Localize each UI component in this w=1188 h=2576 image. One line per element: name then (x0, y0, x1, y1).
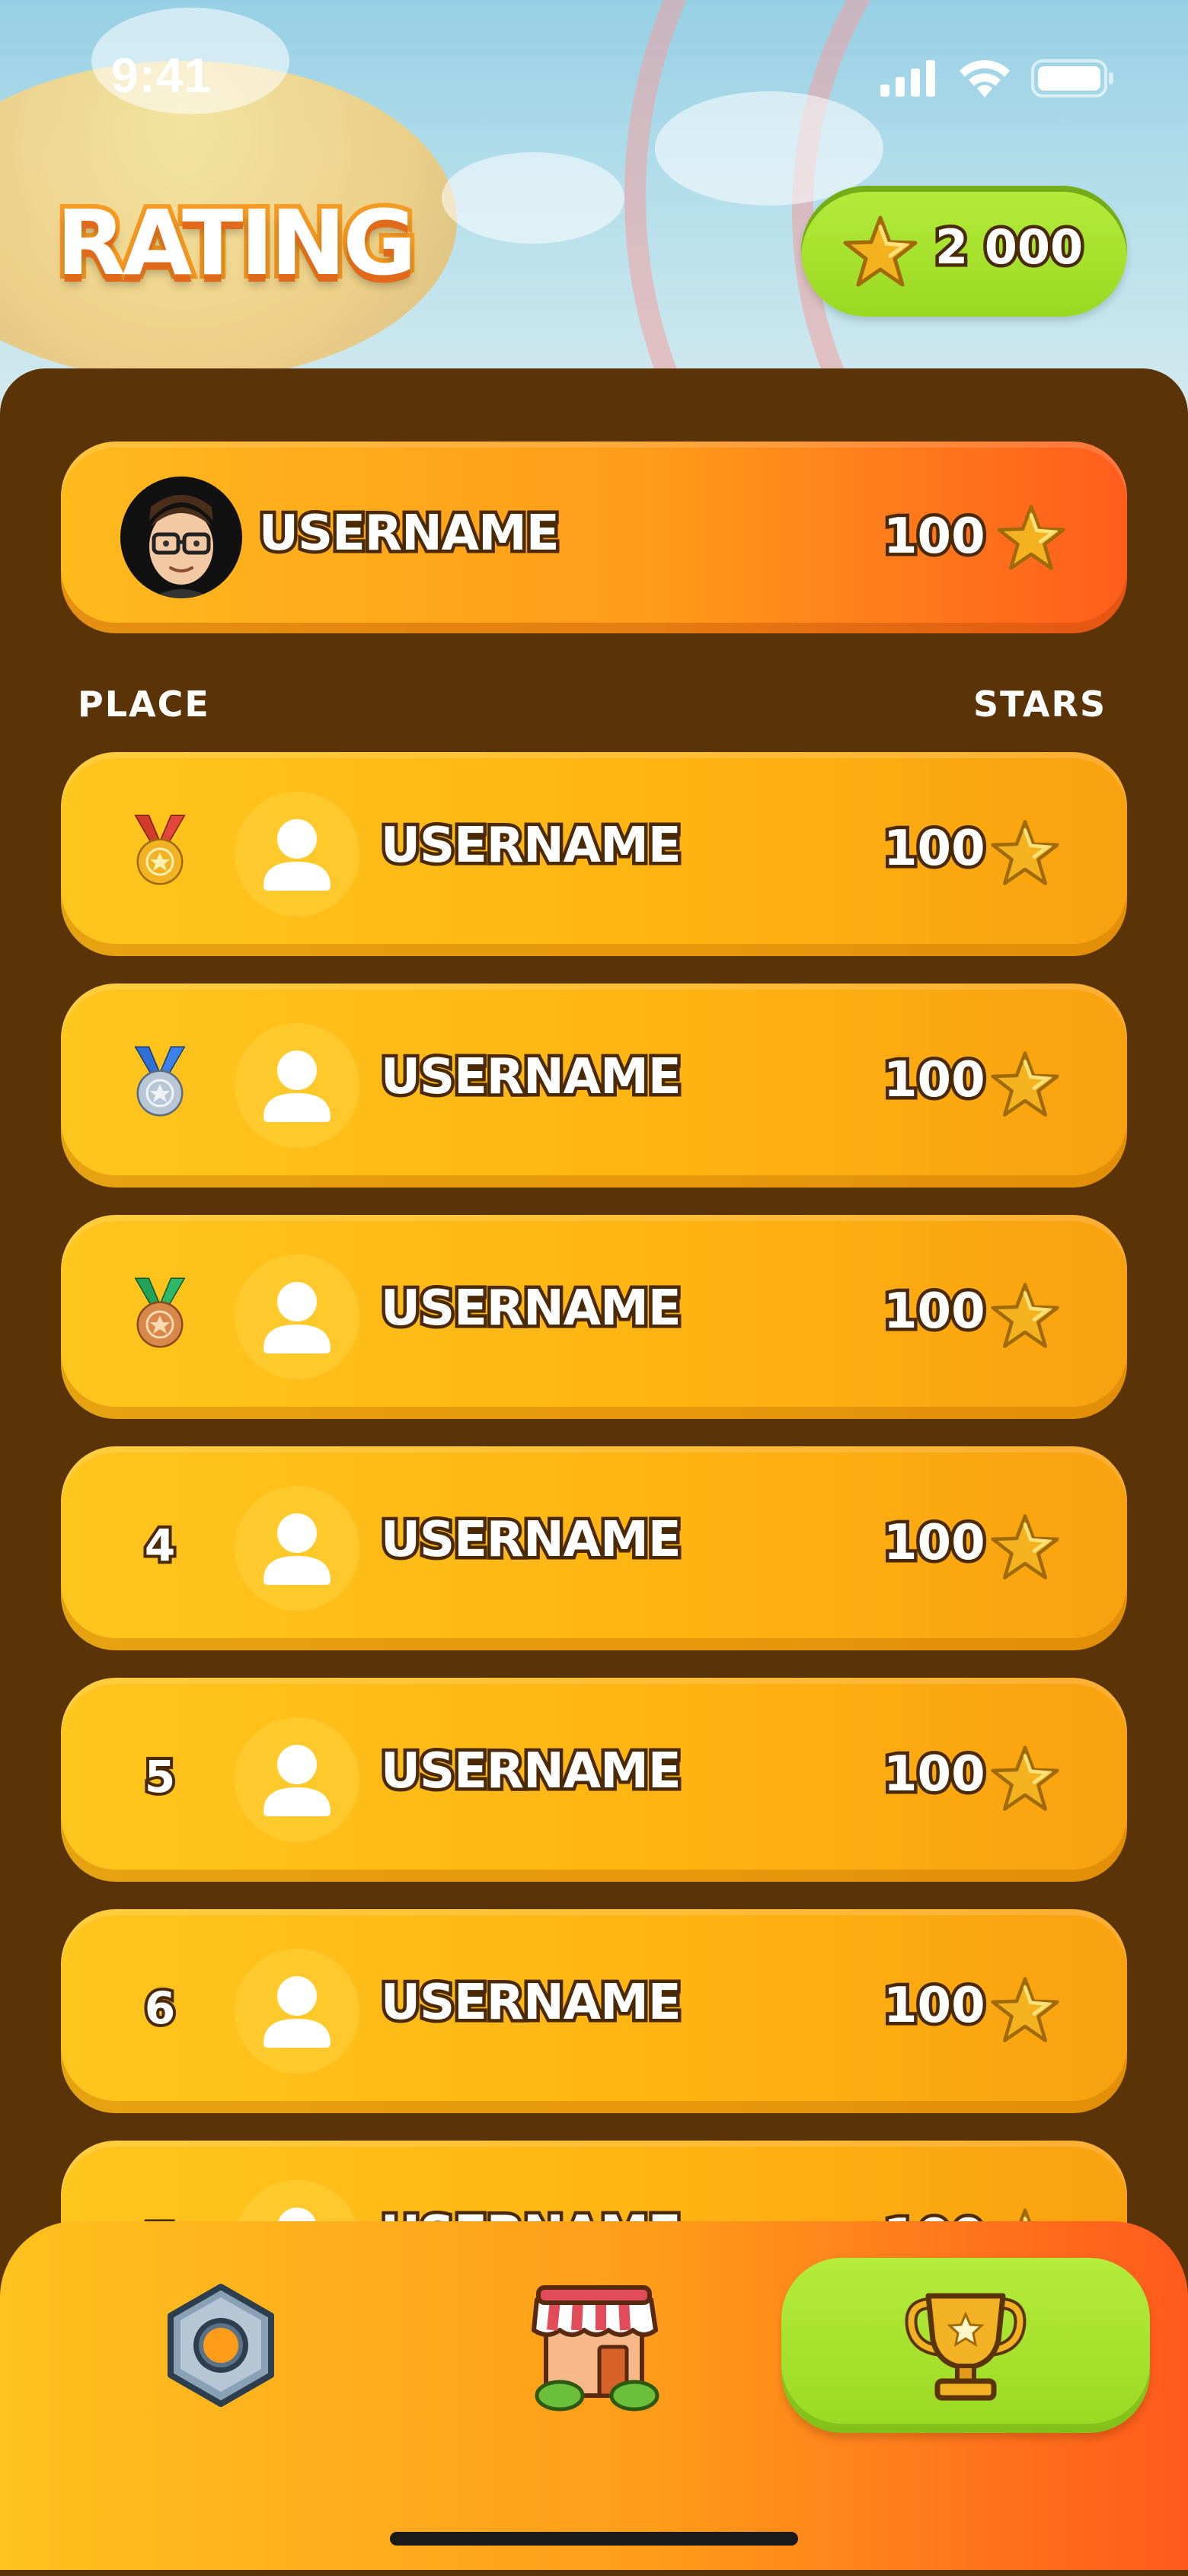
page-title: RATING (52, 186, 421, 300)
user-icon (263, 1050, 331, 1122)
current-user-stars: 100 (880, 505, 989, 569)
row-stars: 100 (880, 1049, 989, 1112)
user-icon (263, 819, 331, 891)
battery-icon (1031, 59, 1113, 97)
user-avatar-placeholder (235, 1023, 359, 1148)
user-avatar-placeholder (235, 1949, 359, 2074)
row-username: USERNAME (378, 1509, 685, 1572)
avatar (120, 477, 242, 598)
gold-medal-icon (134, 815, 186, 885)
row-stars: 100 (880, 818, 989, 881)
user-avatar-placeholder (235, 1486, 359, 1611)
leaderboard-row[interactable]: USERNAME 100 (61, 752, 1127, 956)
row-stars: 100 (880, 1512, 989, 1575)
user-icon (263, 1745, 331, 1816)
row-stars: 100 (880, 1743, 989, 1806)
place-number: 6 (142, 1979, 178, 2037)
tab-settings[interactable] (107, 2258, 335, 2433)
bronze-medal-icon (134, 1277, 186, 1348)
stars-balance-badge[interactable]: 2 000 (801, 186, 1127, 317)
row-username: USERNAME (378, 1277, 685, 1341)
status-time: 9:41 (111, 48, 212, 103)
row-username: USERNAME (378, 1740, 685, 1803)
settings-nut-icon (168, 2284, 274, 2407)
status-icons (880, 59, 1115, 97)
memoji-avatar-icon (120, 477, 242, 598)
tab-rating[interactable] (781, 2258, 1150, 2433)
column-header-place: PLACE (78, 684, 210, 725)
user-icon (263, 1282, 331, 1353)
star-icon (991, 1514, 1059, 1580)
place-cell (114, 1037, 206, 1128)
user-avatar-placeholder (235, 792, 359, 917)
star-icon (991, 1977, 1059, 2042)
user-icon (263, 1976, 331, 2048)
silver-medal-icon (134, 1046, 186, 1117)
tab-shop[interactable] (480, 2258, 708, 2433)
star-icon (991, 820, 1059, 885)
row-username: USERNAME (378, 1972, 685, 2035)
star-icon (991, 1051, 1059, 1117)
place-number: 5 (142, 1748, 178, 1806)
leaderboard-row[interactable]: 5 USERNAME 100 (61, 1678, 1127, 1882)
shop-icon (532, 2285, 659, 2412)
stars-balance-value: 2 000 (931, 216, 1086, 279)
column-header-stars: STARS (973, 684, 1107, 725)
row-username: USERNAME (378, 1046, 685, 1109)
leaderboard-row[interactable]: USERNAME 100 (61, 984, 1127, 1188)
star-icon (991, 1745, 1059, 1811)
row-stars: 100 (880, 1280, 989, 1344)
star-icon (843, 215, 918, 287)
user-avatar-placeholder (235, 1717, 359, 1842)
home-indicator[interactable] (390, 2532, 798, 2546)
leaderboard-row[interactable]: 6 USERNAME 100 (61, 1909, 1127, 2113)
trophy-icon (905, 2293, 1027, 2401)
signal-icon (880, 60, 935, 97)
row-stars: 100 (880, 1975, 989, 2038)
user-avatar-placeholder (235, 1255, 359, 1379)
star-icon (991, 1283, 1059, 1348)
leaderboard-row[interactable]: USERNAME 100 (61, 1215, 1127, 1419)
place-cell (114, 1268, 206, 1360)
leaderboard-row[interactable]: 4 USERNAME 100 (61, 1446, 1127, 1650)
wifi-icon (960, 60, 1010, 97)
place-number: 4 (142, 1516, 178, 1574)
place-cell (114, 805, 206, 897)
row-username: USERNAME (378, 815, 685, 878)
current-user-name: USERNAME (256, 502, 564, 566)
status-bar: 9:41 (0, 0, 1188, 152)
current-user-card[interactable]: USERNAME 100 (61, 442, 1127, 633)
user-icon (263, 1513, 331, 1585)
tab-bar (0, 2221, 1188, 2570)
star-icon (997, 505, 1065, 570)
